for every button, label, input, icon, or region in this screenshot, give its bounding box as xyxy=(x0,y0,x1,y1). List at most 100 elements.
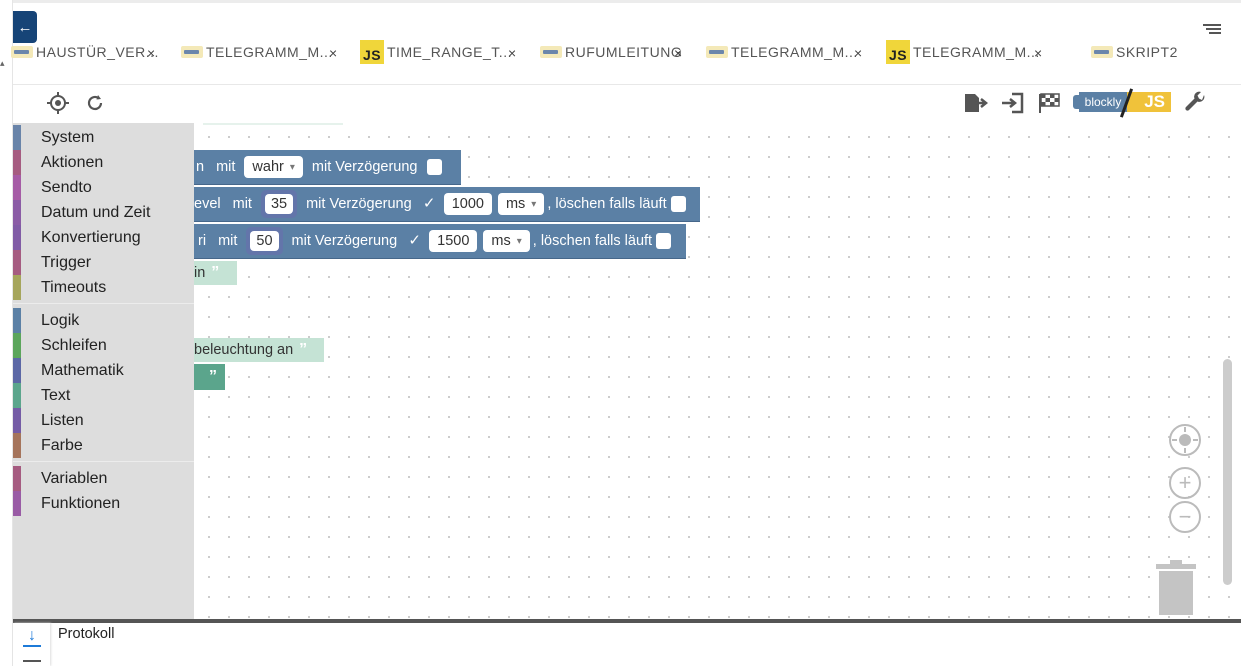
tab-telegramm-3[interactable]: JS TELEGRAMM_M... × xyxy=(886,36,1043,68)
log-panel: ↓ Protokoll xyxy=(13,623,1241,666)
category-trigger[interactable]: Trigger xyxy=(13,250,194,275)
toolbox-separator xyxy=(13,461,194,462)
close-icon[interactable]: × xyxy=(1034,45,1043,61)
category-timeouts[interactable]: Timeouts xyxy=(13,275,194,300)
category-system[interactable]: System xyxy=(13,125,194,150)
download-icon[interactable]: ↓ xyxy=(23,627,41,647)
close-icon[interactable]: × xyxy=(674,45,683,61)
category-konvertierung[interactable]: Konvertierung xyxy=(13,225,194,250)
category-color xyxy=(13,433,21,458)
category-mathematik[interactable]: Mathematik xyxy=(13,358,194,383)
number-field[interactable]: 50 xyxy=(250,231,279,251)
blockly-toolbox: System Aktionen Sendto Datum und Zeit Ko… xyxy=(13,123,194,619)
collapse-arrow-icon[interactable]: ▴ xyxy=(0,58,8,68)
top-border xyxy=(0,0,1241,3)
left-edge-strip: ▴ xyxy=(0,0,13,666)
category-color xyxy=(13,125,21,150)
tab-time-range[interactable]: JS TIME_RANGE_T... × xyxy=(360,36,516,68)
blockly-icon xyxy=(1091,46,1113,58)
editor-toolbar: blockly JS xyxy=(13,85,1241,123)
trash-icon xyxy=(1156,560,1196,615)
delay-checkbox[interactable] xyxy=(427,159,443,175)
trash-can[interactable] xyxy=(1156,560,1196,616)
arrow-left-icon: ← xyxy=(17,18,33,36)
delay-checkbox[interactable]: ✓ xyxy=(407,233,422,249)
category-color xyxy=(13,250,21,275)
close-icon[interactable]: × xyxy=(147,45,156,61)
unit-dropdown[interactable]: ms xyxy=(483,230,530,252)
blockly-icon xyxy=(706,46,728,58)
tab-label: TELEGRAMM_M... xyxy=(206,44,333,60)
category-text[interactable]: Text xyxy=(13,383,194,408)
category-color xyxy=(13,150,21,175)
control-block-1[interactable]: n mit wahr mit Verzögerung xyxy=(194,150,461,184)
number-block: 50 xyxy=(246,227,283,255)
delay-field[interactable]: 1000 xyxy=(443,193,492,215)
category-color xyxy=(13,491,21,516)
tab-skript2[interactable]: SKRIPT2 xyxy=(1091,36,1178,68)
category-listen[interactable]: Listen xyxy=(13,408,194,433)
text-block-3[interactable]: ” xyxy=(194,364,225,390)
quote-icon: ” xyxy=(299,341,308,358)
control-block-3[interactable]: ri mit 50 mit Verzögerung ✓ 1500 ms , lö… xyxy=(194,224,686,258)
value-dropdown[interactable]: wahr xyxy=(244,156,303,178)
close-icon[interactable]: × xyxy=(329,45,338,61)
script-tabs: HAUSTÜR_VER... × TELEGRAMM_M... × JS TIM… xyxy=(11,36,1213,68)
blockly-js-icon: blockly JS xyxy=(1073,88,1171,118)
category-farbe[interactable]: Farbe xyxy=(13,433,194,458)
toolbox-separator xyxy=(13,303,194,304)
import-button[interactable] xyxy=(999,91,1027,115)
js-icon: JS xyxy=(886,40,910,64)
category-aktionen[interactable]: Aktionen xyxy=(13,150,194,175)
recenter-button[interactable] xyxy=(1169,424,1201,456)
close-icon[interactable]: × xyxy=(854,45,863,61)
category-sendto[interactable]: Sendto xyxy=(13,175,194,200)
list-icon[interactable] xyxy=(23,660,41,666)
plus-icon: + xyxy=(1178,470,1192,495)
category-variablen[interactable]: Variablen xyxy=(13,466,194,491)
blockly-icon xyxy=(11,46,33,58)
delay-field[interactable]: 1500 xyxy=(429,230,478,252)
category-logik[interactable]: Logik xyxy=(13,308,194,333)
clear-checkbox[interactable] xyxy=(656,233,672,249)
export-icon xyxy=(965,94,989,112)
settings-button[interactable] xyxy=(1183,91,1209,115)
clear-checkbox[interactable] xyxy=(670,196,686,212)
workspace-scrollbar[interactable] xyxy=(1223,359,1232,585)
tab-haustuer[interactable]: HAUSTÜR_VER... × xyxy=(11,36,159,68)
tab-label: TIME_RANGE_T... xyxy=(387,44,512,60)
zoom-out-button[interactable]: − xyxy=(1169,501,1201,533)
tab-menu-icon[interactable] xyxy=(1203,24,1221,36)
tab-telegramm-2[interactable]: TELEGRAMM_M... × xyxy=(706,36,862,68)
zoom-in-button[interactable]: + xyxy=(1169,467,1201,499)
close-icon[interactable]: × xyxy=(508,45,517,61)
refresh-button[interactable] xyxy=(83,91,107,115)
tab-telegramm-1[interactable]: TELEGRAMM_M... × xyxy=(181,36,337,68)
category-color xyxy=(13,333,21,358)
log-title: Protokoll xyxy=(58,626,115,642)
blockly-workspace[interactable]: n mit wahr mit Verzögerung evel mit 35 m… xyxy=(13,123,1237,619)
unit-dropdown[interactable]: ms xyxy=(497,193,545,215)
script-editor-window: ▴ ← HAUSTÜR_VER... × TELEGRAMM_M... × JS… xyxy=(0,0,1241,666)
text-block-1[interactable]: in ” xyxy=(194,261,237,285)
blockly-to-js-toggle[interactable]: blockly JS xyxy=(1073,88,1171,118)
number-field[interactable]: 35 xyxy=(264,194,294,214)
category-datum-zeit[interactable]: Datum und Zeit xyxy=(13,200,194,225)
category-funktionen[interactable]: Funktionen xyxy=(13,491,194,516)
export-button[interactable] xyxy=(962,91,990,115)
locate-block-button[interactable] xyxy=(45,91,71,115)
control-block-2[interactable]: evel mit 35 mit Verzögerung ✓ 1000 ms , … xyxy=(194,187,700,221)
category-schleifen[interactable]: Schleifen xyxy=(13,333,194,358)
text-block-2[interactable]: beleuchtung an ” xyxy=(194,338,324,362)
quote-icon: ” xyxy=(209,368,217,385)
run-button[interactable] xyxy=(1035,91,1063,115)
blockly-icon xyxy=(540,46,562,58)
tab-rufumleitung[interactable]: RUFUMLEITUNG × xyxy=(540,36,682,68)
delay-checkbox[interactable]: ✓ xyxy=(422,196,437,212)
blockly-icon xyxy=(181,46,203,58)
category-color xyxy=(13,275,21,300)
category-color xyxy=(13,175,21,200)
category-color xyxy=(13,308,21,333)
quote-icon: ” xyxy=(211,264,220,281)
category-color xyxy=(13,225,21,250)
